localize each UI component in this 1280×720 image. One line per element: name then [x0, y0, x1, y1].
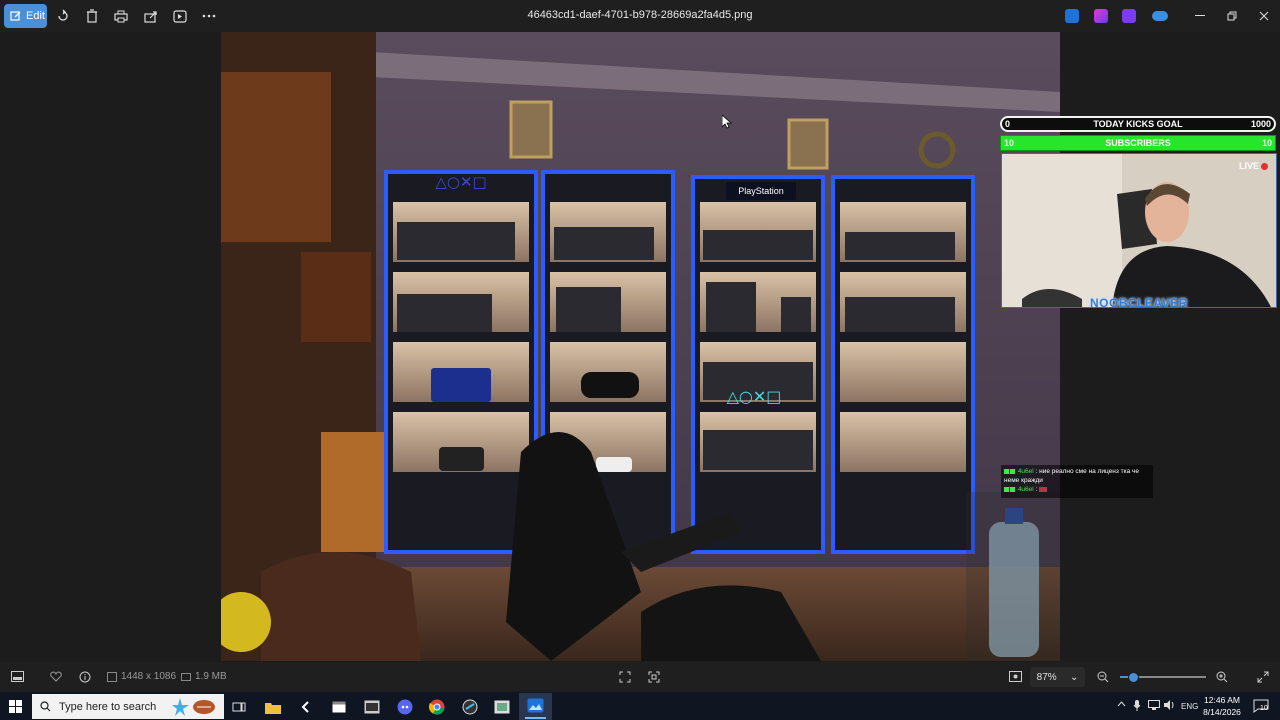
subscribers-bar: 10 SUBSCRIBERS 10	[1000, 135, 1276, 151]
chrome-icon[interactable]	[427, 697, 447, 717]
chat-message: 4u6el : ние реално сме на лиценз тка че …	[1004, 467, 1150, 485]
fit-window-icon[interactable]	[1009, 671, 1022, 682]
zoom-out-icon[interactable]	[1097, 671, 1109, 683]
search-placeholder: Type here to search	[59, 700, 157, 713]
emote-icon	[1039, 486, 1048, 492]
info-icon[interactable]	[79, 671, 91, 683]
more-icon[interactable]	[199, 6, 219, 26]
zoom-dropdown[interactable]: 87% ⌄	[1030, 667, 1085, 687]
stream-overlay: 0 TODAY KICKS GOAL 1000 10 SUBSCRIBERS 1…	[1000, 115, 1278, 310]
chat-text: :	[1035, 486, 1038, 493]
clock-date: 8/14/2026	[1203, 707, 1241, 717]
share-icon[interactable]	[141, 6, 161, 26]
windows-start-icon[interactable]	[9, 700, 22, 713]
chat-message: 4u6el :	[1004, 485, 1150, 494]
subs-label: SUBSCRIBERS	[1105, 138, 1171, 148]
photos-icon	[527, 698, 544, 713]
app-store-icon[interactable]	[492, 697, 512, 717]
discord-icon[interactable]	[395, 697, 415, 717]
image-dimensions: 1448 x 1086	[107, 671, 176, 682]
image-icon	[107, 671, 117, 682]
tray-overflow-icon[interactable]	[1117, 700, 1126, 709]
minimize-button[interactable]	[1187, 6, 1213, 26]
app-back-icon[interactable]	[296, 697, 316, 717]
zoom-slider-thumb[interactable]	[1128, 672, 1139, 683]
chat-username: 4u6el	[1017, 468, 1034, 475]
chat-username: 4u6el	[1017, 486, 1034, 493]
print-icon[interactable]	[111, 6, 131, 26]
photo-canvas[interactable]: PlayStation △○✕□ △○✕□	[221, 32, 1060, 661]
app-terminal-icon[interactable]	[362, 697, 382, 717]
filesize-text: 1.9 MB	[195, 671, 227, 682]
pinned-app-icon[interactable]	[1065, 9, 1079, 23]
info-bar: 1448 x 1086 1.9 MB 87% ⌄	[0, 662, 1280, 692]
copilot-icon[interactable]	[1094, 9, 1108, 23]
delete-icon[interactable]	[82, 6, 102, 26]
badge-icon	[1004, 486, 1009, 492]
notification-count: 10	[1260, 705, 1268, 712]
edit-icon	[10, 10, 22, 22]
task-view-icon[interactable]	[229, 697, 249, 717]
clock-time: 12:46 AM	[1204, 695, 1240, 705]
chat-overlay: 4u6el : ние реално сме на лиценз тка че …	[1001, 465, 1153, 498]
live-indicator: LIVE	[1239, 161, 1268, 171]
svg-text:△○✕□: △○✕□	[727, 387, 782, 406]
svg-text:PlayStation: PlayStation	[738, 186, 784, 196]
app-globe-icon[interactable]	[460, 697, 480, 717]
mouse-cursor-icon	[722, 115, 732, 129]
notification-center-icon[interactable]: 10	[1253, 699, 1269, 713]
live-label: LIVE	[1238, 161, 1259, 171]
rotate-icon[interactable]	[53, 6, 73, 26]
dimensions-text: 1448 x 1086	[121, 671, 177, 682]
webcam-feed: LIVE NOOBCLEAVER	[1001, 153, 1277, 308]
streamer-name: NOOBCLEAVER	[1090, 296, 1188, 308]
actual-size-icon[interactable]	[648, 671, 660, 683]
storage-icon	[181, 672, 191, 681]
live-dot-icon	[1261, 162, 1268, 170]
subs-max: 10	[1261, 138, 1272, 148]
file-explorer-icon[interactable]	[263, 697, 283, 717]
onedrive-icon[interactable]	[1152, 11, 1168, 21]
restore-button[interactable]	[1219, 6, 1245, 26]
search-icon	[40, 701, 51, 712]
chevron-down-icon: ⌄	[1069, 671, 1079, 683]
zoom-in-icon[interactable]	[1216, 671, 1228, 683]
goal-label: TODAY KICKS GOAL	[1093, 119, 1183, 129]
crop-fit-icon[interactable]	[619, 671, 631, 683]
slideshow-icon[interactable]	[170, 6, 190, 26]
photos-taskbar-active[interactable]	[519, 693, 552, 720]
fullscreen-icon[interactable]	[1257, 671, 1269, 683]
microphone-icon[interactable]	[1133, 700, 1141, 711]
filmstrip-icon[interactable]	[11, 671, 24, 682]
edit-button[interactable]: Edit	[4, 4, 47, 28]
taskbar-clock[interactable]: 12:46 AM 8/14/2026	[1200, 694, 1244, 718]
language-indicator[interactable]: ENG	[1181, 702, 1198, 711]
close-button[interactable]	[1251, 6, 1277, 26]
badge-icon	[1010, 486, 1015, 492]
edit-label: Edit	[26, 10, 45, 22]
favorite-icon[interactable]	[50, 671, 62, 682]
volume-icon[interactable]	[1164, 700, 1176, 710]
active-indicator	[525, 717, 546, 719]
network-icon[interactable]	[1148, 700, 1160, 710]
kicks-goal-bar: 0 TODAY KICKS GOAL 1000	[1000, 116, 1276, 132]
search-highlight-icon[interactable]	[172, 696, 222, 718]
zoom-value: 87%	[1036, 671, 1057, 683]
app-window-icon[interactable]	[329, 697, 349, 717]
clipchamp-icon[interactable]	[1122, 9, 1136, 23]
svg-text:△○✕□: △○✕□	[435, 173, 486, 191]
window-title: 46463cd1-daef-4701-b978-28669a2fa4d5.png	[527, 9, 753, 21]
goal-max: 1000	[1250, 119, 1271, 129]
badge-icon	[1004, 468, 1009, 474]
file-size: 1.9 MB	[181, 671, 227, 682]
badge-icon	[1010, 468, 1015, 474]
photos-toolbar: Edit 46463cd1-daef-4701-b978-28669a2fa4d…	[0, 0, 1280, 32]
